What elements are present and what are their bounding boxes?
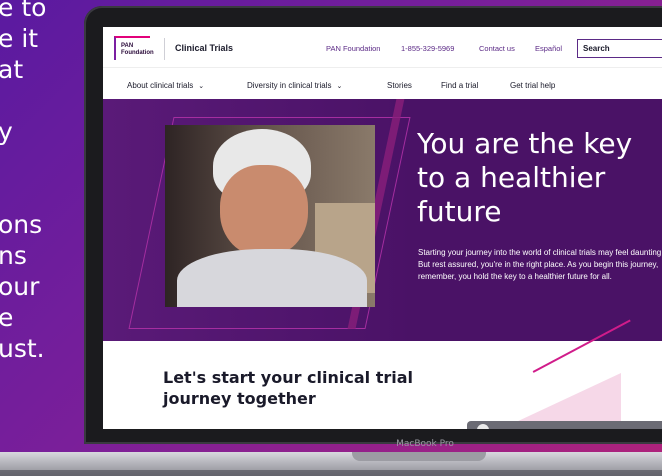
chevron-down-icon: ⌄ (198, 83, 205, 90)
utility-header: PAN Foundation Clinical Trials PAN Found… (103, 27, 662, 67)
hero-banner: You are the key to a healthier future St… (103, 99, 662, 341)
header-divider (164, 38, 165, 60)
chevron-down-icon: ⌄ (336, 83, 343, 90)
section-title-line: Let's start your clinical trial (163, 368, 414, 387)
tagline-line: our (0, 272, 40, 301)
nav-item-label: Stories (387, 81, 412, 90)
logo-line-1: PAN (121, 43, 134, 49)
tagline-line: e to (0, 0, 47, 22)
nav-item-stories[interactable]: Stories (387, 81, 412, 90)
util-link-espanol[interactable]: Español (535, 44, 562, 53)
tagline-line: e it (0, 24, 39, 53)
nav-item-about[interactable]: About clinical trials ⌄ (127, 81, 204, 90)
logo-line-2: Foundation (121, 50, 154, 56)
pan-foundation-logo[interactable]: PAN Foundation (114, 36, 154, 60)
main-nav: About clinical trials ⌄ Diversity in clin… (103, 67, 662, 100)
site-title[interactable]: Clinical Trials (175, 43, 233, 53)
tagline-line: ons (0, 210, 43, 239)
tagline-line: at (0, 55, 24, 84)
tagline-line: ust. (0, 334, 45, 363)
left-tagline: e to e it at y ons ns our e ust. (0, 0, 78, 364)
util-link-contact[interactable]: Contact us (479, 44, 515, 53)
hero-title-line: to a healthier (417, 161, 606, 194)
hero-title-line: You are the key (417, 127, 633, 160)
nav-item-label: Get trial help (510, 81, 556, 90)
video-thumbnail[interactable] (467, 421, 662, 429)
hero-portrait-image (165, 125, 375, 307)
hero-title: You are the key to a healthier future (417, 127, 662, 229)
browser-screen: PAN Foundation Clinical Trials PAN Found… (103, 27, 662, 429)
section-title: Let's start your clinical trial journey … (163, 367, 413, 409)
tagline-line: e (0, 303, 14, 332)
device-label: MacBook Pro (396, 439, 454, 449)
tagline-line: y (0, 117, 13, 146)
nav-item-label: About clinical trials (127, 81, 194, 90)
nav-item-label: Diversity in clinical trials (247, 81, 332, 90)
laptop-base-notch (352, 452, 486, 461)
journey-section: Let's start your clinical trial journey … (103, 319, 662, 429)
search-input[interactable]: Search (577, 39, 662, 58)
nav-item-label: Find a trial (441, 81, 479, 90)
nav-item-find-trial[interactable]: Find a trial (441, 81, 478, 90)
hero-title-line: future (417, 195, 502, 228)
nav-item-get-help[interactable]: Get trial help (510, 81, 555, 90)
nav-item-diversity[interactable]: Diversity in clinical trials ⌄ (247, 81, 342, 90)
util-link-phone[interactable]: 1-855-329-5969 (401, 44, 454, 53)
hero-description: Starting your journey into the world of … (418, 248, 662, 281)
laptop-base-shadow (0, 470, 662, 476)
tagline-line: ns (0, 241, 27, 270)
section-title-line: journey together (163, 389, 316, 408)
util-link-pan-foundation[interactable]: PAN Foundation (326, 44, 380, 53)
